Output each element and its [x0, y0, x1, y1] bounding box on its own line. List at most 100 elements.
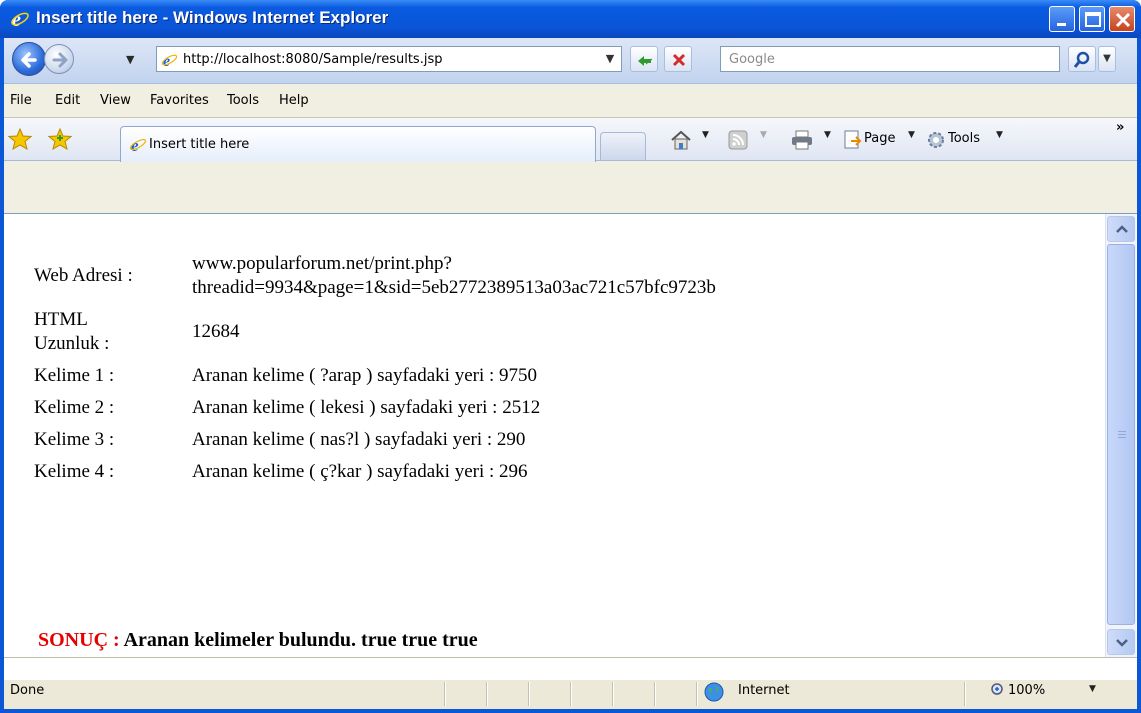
- globe-icon: [704, 682, 724, 702]
- row-value: Aranan kelime ( lekesi ) sayfadaki yeri …: [192, 397, 541, 418]
- browser-window: e Insert title here - Windows Internet E…: [0, 0, 1141, 713]
- status-divider: [570, 682, 571, 706]
- status-divider: [444, 682, 445, 706]
- tab-ie-icon: e: [129, 136, 147, 153]
- result-row: Kelime 1 : Aranan kelime ( ?arap ) sayfad…: [34, 364, 716, 388]
- minimize-icon: [1057, 23, 1066, 26]
- close-button[interactable]: [1109, 6, 1135, 32]
- scroll-up-button[interactable]: [1107, 216, 1135, 242]
- page-menu-label[interactable]: Page: [864, 131, 895, 146]
- thumb-grip: [1118, 431, 1126, 432]
- chevron-up-icon: [1116, 225, 1128, 233]
- window-title: Insert title here - Windows Internet Exp…: [36, 8, 389, 27]
- result-label: SONUÇ :: [38, 629, 120, 651]
- scroll-thumb[interactable]: [1107, 244, 1135, 625]
- page-ie-icon: e: [161, 51, 178, 68]
- star-icon[interactable]: [8, 128, 32, 150]
- navigation-bar: ▼ e http://localhost:8080/Sample/results…: [4, 38, 1137, 84]
- forward-arrow-icon: [52, 52, 68, 68]
- search-input[interactable]: Google: [720, 46, 1060, 72]
- page-icon[interactable]: [842, 130, 862, 150]
- search-options-dropdown[interactable]: ▼: [1098, 46, 1116, 72]
- home-icon[interactable]: [670, 130, 692, 150]
- chevron-down-icon: [1116, 639, 1128, 647]
- feeds-dropdown[interactable]: ▼: [760, 130, 767, 140]
- result-line: SONUÇ : Aranan kelimeler bulundu. true t…: [38, 629, 478, 652]
- row-value: www.popularforum.net/print.php? threadid…: [192, 253, 716, 298]
- thumb-grip: [1118, 437, 1126, 438]
- stop-icon: [672, 53, 686, 67]
- print-dropdown[interactable]: ▼: [824, 130, 831, 140]
- menu-edit[interactable]: Edit: [55, 93, 80, 108]
- title-bar[interactable]: e Insert title here - Windows Internet E…: [0, 0, 1141, 38]
- browser-chrome: ▼ e http://localhost:8080/Sample/results…: [4, 38, 1137, 213]
- ie-logo-icon: e: [11, 9, 29, 29]
- forward-button[interactable]: [44, 44, 74, 74]
- vertical-scrollbar[interactable]: [1105, 214, 1136, 657]
- home-dropdown[interactable]: ▼: [702, 130, 709, 140]
- close-icon: [1115, 12, 1131, 28]
- tab-active[interactable]: e Insert title here: [120, 126, 596, 162]
- results-table: Web Adresi : www.popularforum.net/print.p…: [26, 244, 724, 492]
- stop-button[interactable]: [664, 46, 692, 72]
- row-label: Kelime 4 :: [34, 461, 115, 482]
- search-icon: [1073, 51, 1090, 68]
- scroll-down-button[interactable]: [1107, 629, 1135, 655]
- page-content: Web Adresi : www.popularforum.net/print.p…: [4, 213, 1137, 657]
- zoom-dropdown[interactable]: ▼: [1089, 684, 1096, 694]
- result-row: Kelime 3 : Aranan kelime ( nas?l ) sayfad…: [34, 428, 716, 452]
- row-label: Kelime 2 :: [34, 397, 115, 418]
- status-separator-area: [4, 658, 1137, 680]
- row-label: Web Adresi :: [34, 265, 133, 286]
- menu-bar: File Edit View Favorites Tools Help: [4, 84, 1137, 118]
- row-label: Kelime 1 :: [34, 365, 115, 386]
- security-zone: Internet: [738, 683, 790, 698]
- status-divider: [486, 682, 487, 706]
- row-label: Kelime 3 :: [34, 429, 115, 450]
- page-dropdown[interactable]: ▼: [908, 130, 915, 140]
- result-row: HTML Uzunluk : 12684: [34, 308, 716, 356]
- maximize-button[interactable]: [1079, 6, 1105, 32]
- menu-help[interactable]: Help: [279, 93, 309, 108]
- maximize-icon: [1085, 12, 1101, 27]
- result-text: Aranan kelimeler bulundu. true true true: [119, 629, 478, 651]
- result-row: Kelime 2 : Aranan kelime ( lekesi ) sayfa…: [34, 396, 716, 420]
- refresh-icon: [638, 56, 653, 66]
- tab-command-bar: e Insert title here ▼ ▼ ▼ Page ▼ Tools ▼…: [4, 118, 1137, 162]
- row-value: Aranan kelime ( nas?l ) sayfadaki yeri :…: [192, 429, 526, 450]
- menu-file[interactable]: File: [10, 93, 32, 108]
- new-tab-button[interactable]: [600, 132, 646, 160]
- row-value: Aranan kelime ( ?arap ) sayfadaki yeri :…: [192, 365, 538, 386]
- search-button[interactable]: [1068, 46, 1096, 72]
- menu-favorites[interactable]: Favorites: [150, 93, 209, 108]
- address-bar[interactable]: e http://localhost:8080/Sample/results.j…: [156, 46, 622, 72]
- print-icon[interactable]: [790, 130, 814, 150]
- status-divider: [612, 682, 613, 706]
- minimize-button[interactable]: [1049, 6, 1075, 32]
- tools-dropdown[interactable]: ▼: [996, 130, 1003, 140]
- refresh-button[interactable]: [630, 46, 658, 72]
- gear-icon[interactable]: [926, 130, 946, 150]
- url-text: http://localhost:8080/Sample/results.jsp: [183, 52, 443, 67]
- menu-tools[interactable]: Tools: [227, 93, 259, 108]
- result-row: Kelime 4 : Aranan kelime ( ç?kar ) sayfad…: [34, 460, 716, 484]
- history-dropdown[interactable]: ▼: [126, 53, 134, 66]
- result-row: Web Adresi : www.popularforum.net/print.p…: [34, 252, 716, 300]
- add-favorite-icon[interactable]: [48, 128, 72, 150]
- zoom-level[interactable]: 100%: [1008, 683, 1045, 698]
- status-bar: Done Internet 100% ▼: [4, 657, 1137, 709]
- tools-menu-label[interactable]: Tools: [948, 131, 980, 146]
- back-button[interactable]: [12, 42, 46, 76]
- status-divider: [696, 682, 697, 706]
- menu-view[interactable]: View: [100, 93, 131, 108]
- rss-icon[interactable]: [728, 130, 748, 150]
- row-value: Aranan kelime ( ç?kar ) sayfadaki yeri :…: [192, 461, 528, 482]
- search-placeholder: Google: [729, 52, 775, 67]
- status-divider: [964, 682, 965, 706]
- zoom-icon[interactable]: [990, 682, 1006, 698]
- address-dropdown[interactable]: ▼: [599, 47, 621, 71]
- thumb-grip: [1118, 434, 1126, 435]
- status-text: Done: [10, 683, 45, 698]
- row-value: 12684: [192, 321, 240, 342]
- overflow-chevron[interactable]: »: [1116, 120, 1124, 135]
